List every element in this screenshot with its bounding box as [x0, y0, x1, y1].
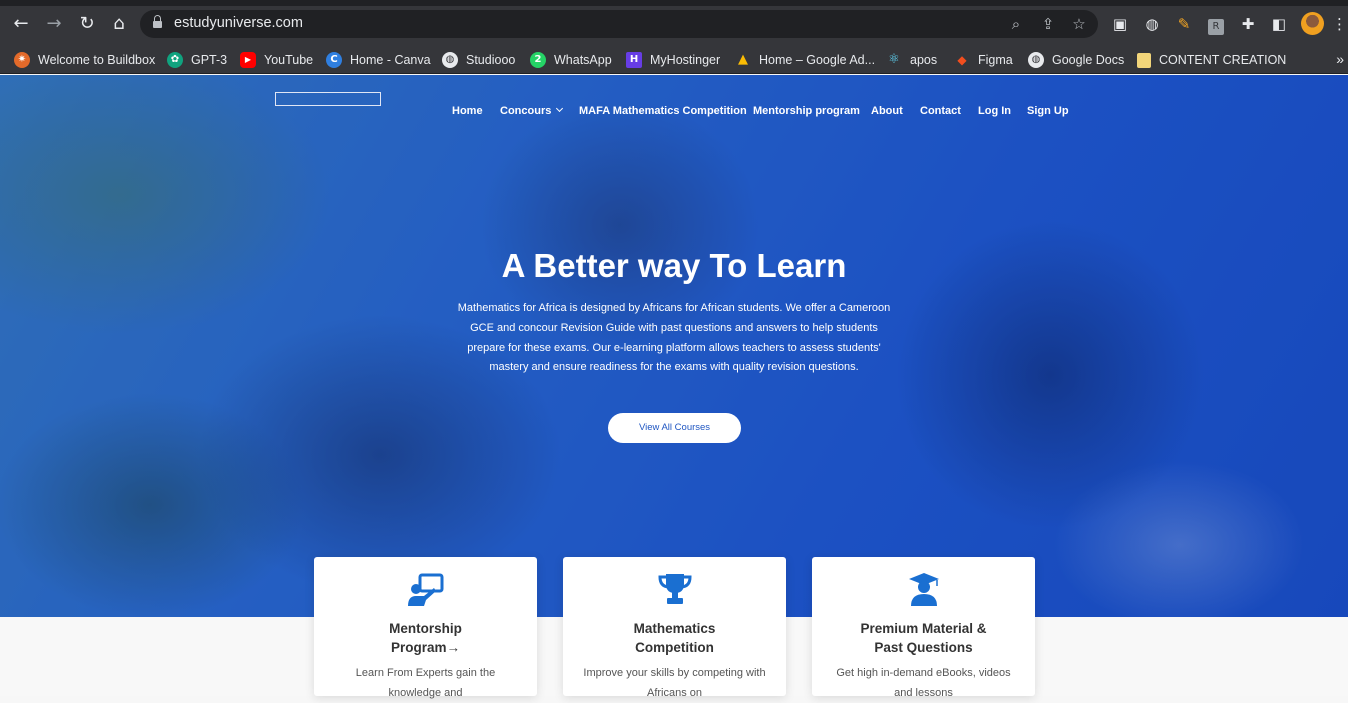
back-arrow-icon[interactable]: ← — [10, 13, 32, 35]
folder-icon — [1137, 52, 1151, 68]
nav-concours[interactable]: Concours — [500, 104, 564, 117]
nav-mentorship[interactable]: Mentorship program — [753, 105, 860, 117]
url-text[interactable]: estudyuniverse.com — [174, 15, 303, 31]
home-icon[interactable]: ⌂ — [108, 13, 130, 35]
nav-about[interactable]: About — [871, 105, 903, 117]
whatsapp-icon: 2 — [530, 52, 546, 68]
zoom-icon[interactable]: ⌕ — [1006, 14, 1026, 34]
card-title: Mathematics Competition — [633, 621, 716, 655]
card-competition[interactable]: Mathematics Competition Improve your skil… — [563, 557, 786, 699]
bookmark-studiooo[interactable]: ◍ Studiooo — [442, 50, 515, 70]
view-all-courses-button[interactable]: View All Courses — [608, 413, 741, 443]
forward-arrow-icon[interactable]: → — [43, 13, 65, 35]
address-bar[interactable]: estudyuniverse.com ⌕ ⇪ ☆ — [140, 10, 1098, 38]
card-premium-material[interactable]: Premium Material & Past Questions Get hig… — [812, 557, 1035, 699]
lock-icon — [153, 15, 162, 29]
bookmark-figma[interactable]: ◆ Figma — [954, 50, 1012, 70]
card-description: Improve your skills by competing with Af… — [583, 667, 766, 699]
chevron-down-icon — [556, 104, 564, 113]
hero-description: Mathematics for Africa is designed by Af… — [457, 302, 891, 374]
nav-home[interactable]: Home — [452, 105, 483, 117]
profile-avatar[interactable] — [1301, 12, 1324, 35]
browser-menu-icon[interactable]: ⋮ — [1332, 13, 1347, 35]
google-ads-icon: ▲ — [738, 52, 748, 67]
nav-login[interactable]: Log In — [978, 105, 1011, 117]
reload-icon[interactable]: ↻ — [76, 13, 98, 35]
share-icon[interactable]: ⇪ — [1038, 14, 1058, 34]
side-panel-icon[interactable]: ◧ — [1268, 13, 1290, 35]
trophy-icon — [658, 574, 692, 604]
bookmark-star-icon[interactable]: ☆ — [1069, 14, 1089, 34]
tab-strip — [0, 0, 1348, 6]
nav-signup[interactable]: Sign Up — [1027, 105, 1069, 117]
bookmark-google-ads[interactable]: ▲ Home – Google Ad... — [735, 50, 875, 70]
graduate-icon — [909, 573, 939, 606]
figma-icon: ◆ — [957, 53, 967, 67]
youtube-icon: ▶ — [240, 52, 256, 68]
more-bookmarks-chevron-icon[interactable]: » — [1336, 51, 1344, 67]
hostinger-icon: H — [626, 52, 642, 68]
buildbox-icon: ✷ — [14, 52, 30, 68]
card-description: Get high in-demand eBooks, videos and le… — [836, 667, 1011, 699]
bookmark-youtube[interactable]: ▶ YouTube — [240, 50, 313, 70]
card-mentorship[interactable]: Mentorship Program→ Learn From Experts ga… — [314, 557, 537, 699]
arrow-right-icon: → — [446, 640, 461, 655]
mentor-board-icon — [408, 573, 444, 606]
card-title: Mentorship Program→ — [389, 621, 462, 655]
bookmarks-bar: ✷ Welcome to Buildbox ✿ GPT-3 ▶ YouTube C Ho… — [0, 46, 1348, 74]
hero-section: Home Concours MAFA Mathematics Competiti… — [0, 75, 1348, 617]
bookmark-apos[interactable]: ⚛ apos — [886, 50, 937, 70]
bookmark-canva[interactable]: C Home - Canva — [326, 50, 431, 70]
bookmark-google-docs[interactable]: ◍ Google Docs — [1028, 50, 1124, 70]
canva-icon: C — [326, 52, 342, 68]
openai-icon: ✿ — [167, 52, 183, 68]
pen-extension-icon[interactable]: ✎ — [1173, 13, 1195, 35]
bookmark-whatsapp[interactable]: 2 WhatsApp — [530, 50, 612, 70]
card-title: Premium Material & Past Questions — [860, 621, 987, 655]
nav-contact[interactable]: Contact — [920, 105, 961, 117]
globe-extension-icon[interactable]: ◍ — [1141, 13, 1163, 35]
bookmark-gpt3[interactable]: ✿ GPT-3 — [167, 50, 227, 70]
main-nav: Home Concours MAFA Mathematics Competiti… — [0, 104, 1348, 119]
globe-icon: ◍ — [1028, 52, 1044, 68]
card-description: Learn From Experts gain the knowledge an… — [355, 667, 496, 699]
browser-toolbar: ← → ↻ ⌂ estudyuniverse.com ⌕ ⇪ ☆ ▣ ◍ ✎ R… — [0, 0, 1348, 46]
site-logo[interactable] — [275, 92, 381, 106]
bookmark-content-creation[interactable]: CONTENT CREATION — [1137, 50, 1286, 70]
hero-title: A Better way To Learn — [501, 247, 847, 284]
bookmark-buildbox[interactable]: ✷ Welcome to Buildbox — [14, 50, 155, 70]
translate-extension-icon[interactable]: R — [1205, 13, 1227, 35]
nav-mafa-competition[interactable]: MAFA Mathematics Competition — [579, 105, 747, 117]
tab-search-icon[interactable]: ▣ — [1109, 13, 1131, 35]
extensions-puzzle-icon[interactable]: ✚ — [1237, 13, 1259, 35]
globe-icon: ◍ — [442, 52, 458, 68]
react-icon: ⚛ — [888, 52, 900, 67]
bookmark-myhostinger[interactable]: H MyHostinger — [626, 50, 720, 70]
